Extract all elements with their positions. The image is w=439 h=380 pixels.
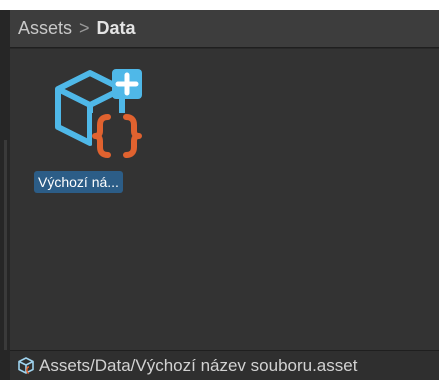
resize-handle[interactable] <box>4 140 7 350</box>
breadcrumb: Assets > Data <box>10 10 439 48</box>
scriptable-object-asset-icon <box>55 69 142 159</box>
asset-object-icon <box>18 356 34 374</box>
breadcrumb-item-assets[interactable]: Assets <box>18 18 72 39</box>
asset-grid: Výchozí ná... <box>10 49 439 350</box>
asset-name-label[interactable]: Výchozí ná... <box>34 171 123 193</box>
breadcrumb-item-data[interactable]: Data <box>97 18 136 39</box>
asset-path: Assets/Data/Výchozí název souboru.asset <box>39 355 358 375</box>
breadcrumb-separator: > <box>79 18 90 38</box>
plus-badge-icon <box>112 69 142 99</box>
asset-tile[interactable]: Výchozí ná... <box>34 69 146 194</box>
left-panel-edge <box>0 10 10 380</box>
status-bar: Assets/Data/Výchozí název souboru.asset <box>10 350 439 380</box>
